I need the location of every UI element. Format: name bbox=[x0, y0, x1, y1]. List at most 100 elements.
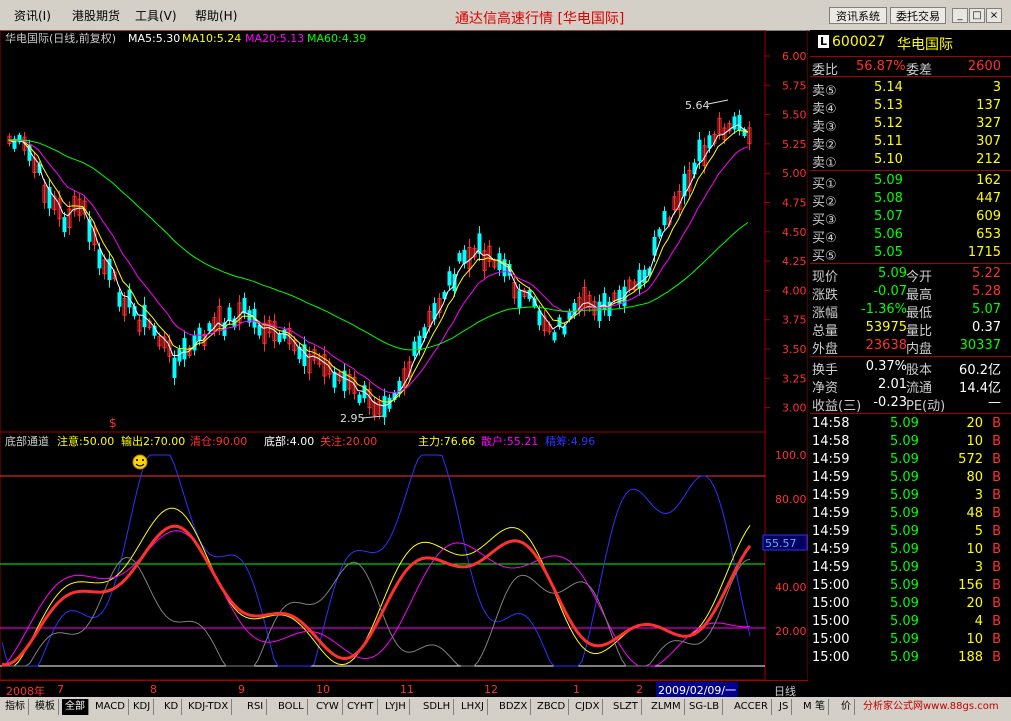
info-system-button[interactable]: 资讯系统 bbox=[829, 7, 887, 24]
minimize-icon[interactable]: _ bbox=[952, 8, 968, 23]
market-badge-icon: L bbox=[818, 35, 830, 48]
buy-level-row: 买① 5.09 162 bbox=[810, 172, 1011, 192]
tick-volume: 80 bbox=[966, 470, 983, 485]
buy-price: 5.07 bbox=[874, 209, 903, 224]
tab-accer[interactable]: ACCER bbox=[731, 699, 772, 715]
tab-kdj-tdx[interactable]: KDJ-TDX bbox=[185, 699, 233, 715]
tick-price: 5.09 bbox=[890, 614, 919, 629]
close-icon[interactable]: × bbox=[986, 8, 1002, 23]
tab-cyht[interactable]: CYHT bbox=[344, 699, 378, 715]
candle-body bbox=[412, 341, 417, 356]
y-tick-label: 5.50 bbox=[782, 109, 807, 122]
main-y-axis: 6.00 5.75 5.50 5.25 5.00 4.75 4.50 4.25 4.00 3.75… bbox=[765, 50, 807, 415]
tick-price: 5.09 bbox=[890, 542, 919, 557]
tick-row: 15:00 5.09 156 B bbox=[810, 577, 1011, 595]
candle-body bbox=[382, 396, 387, 418]
param-chips: 精筹:4.96 bbox=[545, 434, 595, 448]
tab-kdj[interactable]: KDJ bbox=[130, 699, 155, 715]
tick-price: 5.09 bbox=[890, 578, 919, 593]
candle-body bbox=[597, 301, 602, 322]
tab-zbcd[interactable]: ZBCD bbox=[534, 699, 570, 715]
candle-body bbox=[207, 323, 212, 332]
tab-cyw[interactable]: CYW bbox=[313, 699, 343, 715]
tab-kd[interactable]: KD bbox=[161, 699, 183, 715]
tick-time: 15:00 bbox=[812, 596, 850, 611]
sell-volume: 327 bbox=[976, 116, 1001, 131]
y-tick-label: 3.25 bbox=[782, 372, 807, 385]
tab-rsi[interactable]: RSI bbox=[244, 699, 268, 715]
trade-button[interactable]: 委托交易 bbox=[890, 7, 946, 24]
tick-price: 5.09 bbox=[890, 506, 919, 521]
tick-row: 15:00 5.09 4 B bbox=[810, 613, 1011, 631]
date-tick: 10 bbox=[316, 683, 330, 696]
tick-direction: B bbox=[992, 434, 1001, 449]
stat-value2: 30337 bbox=[959, 338, 1001, 353]
tick-row: 15:00 5.09 20 B bbox=[810, 595, 1011, 613]
fund-value: 2.01 bbox=[878, 377, 907, 392]
tick-volume: 3 bbox=[974, 560, 983, 575]
moving-average-lines bbox=[7, 124, 749, 407]
candle-body bbox=[257, 324, 262, 336]
param-bottom: 底部:4.00 bbox=[264, 434, 314, 448]
tick-time: 14:59 bbox=[812, 452, 850, 467]
retail-line bbox=[1, 530, 751, 667]
indicator-tab-bar: 指标 模板 全部 MACD KDJ KD KDJ-TDX RSI BOLL CYW CYHT LYJH… bbox=[0, 697, 1011, 721]
tab-slzt[interactable]: SLZT bbox=[610, 699, 642, 715]
buy-volume: 162 bbox=[976, 173, 1001, 188]
sell-price: 5.13 bbox=[874, 98, 903, 113]
buy-volume: 1715 bbox=[967, 245, 1001, 260]
buy-price: 5.05 bbox=[874, 245, 903, 260]
y-tick-label: 4.25 bbox=[782, 255, 807, 268]
tab-bdzx[interactable]: BDZX bbox=[496, 699, 532, 715]
indicator-panel-frame bbox=[0, 431, 766, 681]
tick-volume: 20 bbox=[966, 596, 983, 611]
candle-body bbox=[517, 290, 522, 309]
footer-tab-pen[interactable]: 笔 bbox=[812, 699, 829, 715]
param-attention: 注意:50.00 bbox=[57, 434, 114, 448]
tab-sg-lb[interactable]: SG-LB bbox=[686, 699, 724, 715]
tab-lyjh[interactable]: LYJH bbox=[382, 699, 410, 715]
footer-tab-price[interactable]: 价 bbox=[838, 699, 855, 715]
chart-area[interactable]: 华电国际(日线,前复权) MA5:5.30 MA10:5.24 MA20:5.1… bbox=[0, 29, 809, 681]
tab-zlmm[interactable]: ZLMM bbox=[648, 699, 685, 715]
tab-lhxj[interactable]: LHXJ bbox=[458, 699, 488, 715]
candle-body bbox=[227, 307, 232, 321]
tab-模板[interactable]: 模板 bbox=[32, 699, 59, 715]
tab-sdlh[interactable]: SDLH bbox=[420, 699, 455, 715]
tab-指标[interactable]: 指标 bbox=[2, 699, 29, 715]
buy-volume: 653 bbox=[976, 227, 1001, 242]
tick-direction: B bbox=[992, 614, 1001, 629]
tick-volume: 572 bbox=[958, 452, 983, 467]
tab-cjdx[interactable]: CJDX bbox=[572, 699, 604, 715]
tick-volume: 10 bbox=[966, 542, 983, 557]
tick-time: 15:00 bbox=[812, 614, 850, 629]
y-tick-label: 4.50 bbox=[782, 226, 807, 239]
tab-boll[interactable]: BOLL bbox=[275, 699, 308, 715]
chart-canvas[interactable]: 华电国际(日线,前复权) MA5:5.30 MA10:5.24 MA20:5.1… bbox=[0, 29, 809, 681]
tick-row: 14:59 5.09 572 B bbox=[810, 451, 1011, 469]
tick-time: 14:59 bbox=[812, 524, 850, 539]
param-retail: 散户:55.21 bbox=[481, 434, 538, 448]
diff-value: 2600 bbox=[967, 59, 1001, 74]
sell-level-row: 卖② 5.11 307 bbox=[810, 133, 1011, 153]
ma10-line bbox=[7, 129, 749, 403]
menu-tools[interactable]: 工具(V) bbox=[135, 7, 177, 24]
menu-futures[interactable]: 港股期货 bbox=[72, 7, 120, 24]
menu-info[interactable]: 资讯(I) bbox=[14, 7, 51, 24]
tick-price: 5.09 bbox=[890, 560, 919, 575]
sell-level-row: 卖④ 5.13 137 bbox=[810, 97, 1011, 117]
tick-time: 14:59 bbox=[812, 470, 850, 485]
menu-help[interactable]: 帮助(H) bbox=[195, 7, 237, 24]
tab-js[interactable]: JS bbox=[776, 699, 793, 715]
stat-row: 现价 5.09 今开 5.22 bbox=[810, 265, 1011, 285]
date-tick: 12 bbox=[484, 683, 498, 696]
tick-time: 14:59 bbox=[812, 560, 850, 575]
high-arrow bbox=[707, 99, 729, 105]
maximize-icon[interactable]: □ bbox=[969, 8, 985, 23]
tab-macd[interactable]: MACD bbox=[92, 699, 129, 715]
fund-value2: — bbox=[988, 395, 1001, 410]
main-panel-frame bbox=[0, 29, 766, 433]
tab-全部[interactable]: 全部 bbox=[62, 699, 89, 715]
candle-body bbox=[457, 252, 462, 262]
tick-row: 14:59 5.09 3 B bbox=[810, 487, 1011, 505]
